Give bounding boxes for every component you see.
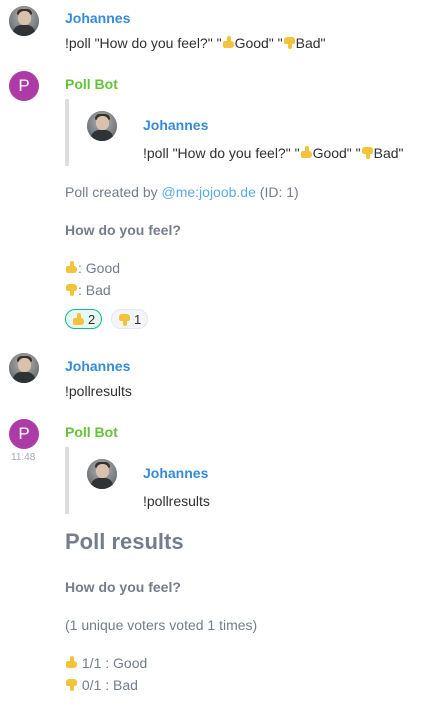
quote-sender-name[interactable]: Johannes bbox=[143, 465, 208, 481]
sender-name[interactable]: Johannes bbox=[65, 10, 130, 26]
reaction-thumbs-down[interactable]: 1 bbox=[111, 309, 149, 329]
poll-question: How do you feel? bbox=[65, 222, 181, 238]
thumbs-down-icon bbox=[283, 36, 296, 49]
quote-avatar[interactable] bbox=[87, 459, 117, 489]
poll-results-title: Poll results bbox=[65, 529, 184, 554]
thumbs-up-icon bbox=[72, 312, 85, 326]
message-text: Good" " bbox=[234, 35, 283, 51]
message-text: Bad" bbox=[295, 35, 326, 51]
avatar-letter: P bbox=[18, 424, 30, 443]
quote-text: !poll "How do you feel?" " bbox=[143, 145, 300, 161]
thumbs-up-icon bbox=[222, 36, 235, 49]
poll-option: : Bad bbox=[65, 282, 111, 298]
avatar-letter: P bbox=[18, 76, 30, 95]
sender-name[interactable]: Poll Bot bbox=[65, 76, 118, 92]
result-row: 1/1 : Good bbox=[65, 655, 147, 671]
poll-created-line: Poll created by @me:jojoob.de (ID: 1) bbox=[65, 184, 299, 200]
quote-bar bbox=[65, 447, 69, 514]
poll-question: How do you feel? bbox=[65, 579, 181, 595]
message-body: !poll "How do you feel?" " Good" " Bad" bbox=[65, 35, 326, 51]
quote-text: Bad" bbox=[373, 145, 404, 161]
quote-bar bbox=[65, 99, 69, 166]
poll-id-text: (ID: 1) bbox=[255, 184, 299, 200]
quote-sender-name[interactable]: Johannes bbox=[143, 117, 208, 133]
thumbs-up-icon bbox=[65, 656, 78, 669]
message-text: !pollresults bbox=[65, 383, 132, 399]
user-avatar[interactable] bbox=[9, 353, 39, 383]
thumbs-down-icon bbox=[65, 678, 78, 691]
thumbs-down-icon bbox=[65, 283, 78, 296]
quote-body: !poll "How do you feel?" " Good" " Bad" bbox=[143, 145, 404, 161]
quote-avatar[interactable] bbox=[87, 111, 117, 141]
result-label: 0/1 : Bad bbox=[78, 677, 138, 693]
result-label: 1/1 : Good bbox=[78, 655, 148, 671]
bot-avatar[interactable]: P bbox=[9, 71, 39, 101]
reaction-count: 2 bbox=[88, 311, 96, 327]
reaction-count: 1 bbox=[134, 311, 142, 327]
voters-summary: (1 unique voters voted 1 times) bbox=[65, 617, 258, 633]
message-timestamp[interactable]: 11:48 bbox=[11, 452, 35, 463]
poll-option-label: : Bad bbox=[78, 282, 111, 298]
thumbs-down-icon bbox=[361, 146, 374, 159]
result-row: 0/1 : Bad bbox=[65, 677, 138, 693]
sender-name[interactable]: Poll Bot bbox=[65, 424, 118, 440]
thumbs-up-icon bbox=[300, 146, 313, 159]
quote-text: !pollresults bbox=[143, 493, 210, 509]
bot-avatar[interactable]: P bbox=[9, 419, 39, 449]
sender-name[interactable]: Johannes bbox=[65, 358, 130, 374]
user-mention-link[interactable]: @me:jojoob.de bbox=[162, 184, 256, 200]
poll-option-label: : Good bbox=[78, 260, 121, 276]
user-avatar[interactable] bbox=[9, 6, 39, 36]
message-text: !poll "How do you feel?" " bbox=[65, 35, 222, 51]
reaction-thumbs-up[interactable]: 2 bbox=[65, 309, 103, 329]
thumbs-up-icon bbox=[65, 261, 78, 274]
poll-created-prefix: Poll created by bbox=[65, 184, 162, 200]
quote-text: Good" " bbox=[312, 145, 361, 161]
poll-option: : Good bbox=[65, 260, 120, 276]
thumbs-down-icon bbox=[118, 313, 131, 326]
